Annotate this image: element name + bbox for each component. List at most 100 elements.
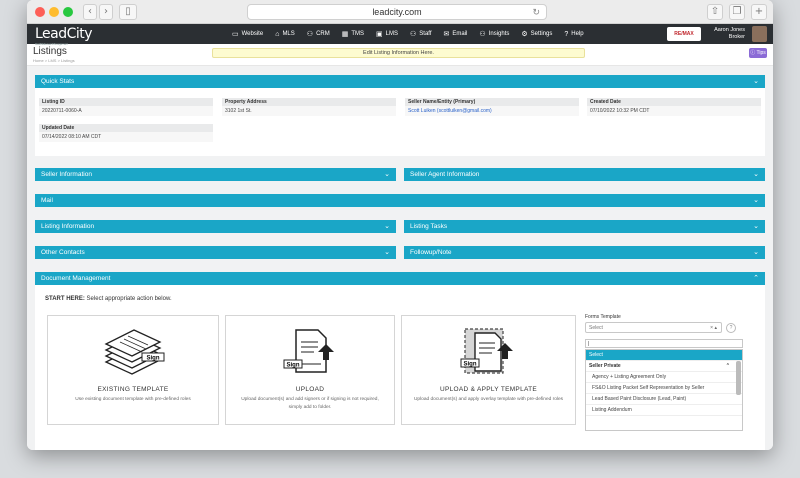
field-value: 07/14/2022 08:10 AM CDT [39,132,213,142]
reload-icon[interactable]: ↻ [532,5,540,19]
question-icon: ? [564,30,569,38]
chart-icon: ⚇ [479,31,486,38]
other-contacts-header[interactable]: Other Contacts ⌄ [35,246,396,259]
quick-stats-header[interactable]: Quick Stats ⌄ [35,75,765,88]
url-bar[interactable]: leadcity.com ↻ [247,4,547,20]
chevron-down-icon: ⌄ [384,223,390,230]
seller-info-header[interactable]: Seller Information ⌄ [35,168,396,181]
upload-apply-template-card[interactable]: Sign UPLOAD & APPLY TEMPLATE Upload docu… [401,315,576,425]
nav-item-staff[interactable]: ⚇ Staff [410,30,432,38]
share-icon[interactable]: ⇧ [707,4,723,20]
document-management-header[interactable]: Document Management ⌃ [35,272,765,285]
logo-text: LeadCity [35,26,93,42]
option-label: Lead Based Paint Disclosure (Lead, Paint… [592,396,687,402]
app-navbar: LeadCity Real Estate Lead Management ▭ We… [27,24,773,46]
nav-item-label: LMS [385,31,398,37]
section-title: Seller Information [41,171,92,178]
new-tab-icon[interactable]: + [751,4,767,20]
tips-label: Tips [756,50,766,56]
dropdown-option[interactable]: FS&O Listing Packet Self Representation … [586,383,742,394]
page-header: Listings Home > LMS > Listings Edit List… [27,44,773,66]
brokerage-logo: RE/MAX [667,27,701,41]
breadcrumb[interactable]: Home > LMS > Listings [33,58,75,63]
seller-link[interactable]: Scott Luiken (scottluiken@gmail.com) [405,106,579,116]
field-label: Seller Name/Entity (Primary) [405,98,579,106]
option-label: Seller Private [589,363,621,369]
field-label: Property Address [222,98,396,106]
field-label: Created Date [587,98,761,106]
nav-item-label: MLS [282,31,295,37]
nav-item-label: Website [241,31,264,37]
help-circle-icon[interactable]: ? [726,323,736,333]
nav-item-crm[interactable]: ⚇ CRM [307,30,330,38]
card-description: Upload document(s) and apply overlay tem… [413,397,564,402]
mail-header[interactable]: Mail ⌄ [35,194,765,207]
dropdown-scrollbar[interactable] [736,361,741,395]
chevron-down-icon: ⌄ [384,171,390,178]
chevron-down-icon: ⌄ [753,223,759,230]
building-icon: ⌂ [275,30,280,38]
sign-tag: Sign [147,356,160,362]
dropdown-option[interactable]: Select [586,350,742,361]
upload-card[interactable]: Sign UPLOAD Upload document(s) and add s… [225,315,395,425]
dropdown-option[interactable]: Listing Addendum [586,405,742,416]
followup-header[interactable]: Followup/Note ⌄ [404,246,765,259]
tabs-icon[interactable]: ❐ [729,4,745,20]
browser-titlebar: ‹ › ▯ leadcity.com ↻ ⇧ ❐ + [27,0,773,24]
select-value: Select [589,325,603,331]
nav-item-insights[interactable]: ⚇ Insights [479,30,509,38]
user-menu[interactable]: Aaron Jones Broker [714,27,745,41]
address-field: Property Address 3102 1st St. [222,98,396,116]
calendar-icon: ▦ [341,31,349,38]
nav-item-email[interactable]: ✉ Email [444,30,468,38]
start-bold: START HERE: [45,296,85,302]
nav-item-label: Email [452,31,468,37]
field-value: 20220711-0060-A [39,106,213,116]
monitor-icon: ▭ [232,31,239,38]
nav-item-website[interactable]: ▭ Website [232,30,263,38]
browser-window: ‹ › ▯ leadcity.com ↻ ⇧ ❐ + LeadCity Real… [27,0,773,450]
close-window-button[interactable] [35,7,45,17]
leadcity-logo[interactable]: LeadCity Real Estate Lead Management [35,26,93,46]
forward-icon[interactable]: › [99,4,113,20]
option-label: FS&O Listing Packet Self Representation … [592,385,705,391]
avatar[interactable] [752,26,767,42]
dropdown-option[interactable]: Agency + Listing Agreement Only [586,372,742,383]
url-text: leadcity.com [372,7,422,17]
nav-item-help[interactable]: ? Help [564,31,583,38]
card-description: Upload document(s) and add signers or if… [241,397,379,410]
nav-item-settings[interactable]: ⚙ Settings [521,30,552,38]
sidebar-icon[interactable]: ▯ [119,4,137,20]
created-field: Created Date 07/10/2022 10:32 PM CDT [587,98,761,116]
listing-tasks-header[interactable]: Listing Tasks ⌄ [404,220,765,233]
template-search-input[interactable]: | [585,339,743,348]
minimize-window-button[interactable] [49,7,59,17]
back-icon[interactable]: ‹ [83,4,97,20]
nav-item-label: Staff [419,31,432,37]
card-title: UPLOAD & APPLY TEMPLATE [439,386,538,393]
page-title: Listings [33,46,67,57]
listing-info-header[interactable]: Listing Information ⌄ [35,220,396,233]
option-label: Listing Addendum [592,407,632,413]
seller-field: Seller Name/Entity (Primary) Scott Luike… [405,98,579,116]
clear-chevron-icon[interactable]: × ▴ [710,323,717,333]
nav-item-mls[interactable]: ⌂ MLS [275,31,295,38]
tips-button[interactable]: ⓘ Tips [749,48,767,58]
start-instructions: START HERE: Select appropriate action be… [45,296,172,302]
forms-template-select[interactable]: Select × ▴ [585,322,722,333]
upload-document-icon: Sign [283,329,334,373]
section-title: Mail [41,197,53,204]
seller-agent-info-header[interactable]: Seller Agent Information ⌄ [404,168,765,181]
section-title: Other Contacts [41,249,85,256]
edit-banner: Edit Listing Information Here. [212,48,585,58]
chevron-down-icon: ⌄ [753,78,759,85]
quick-stats-panel: Listing ID 20220711-0060-A Property Addr… [35,88,765,156]
option-label: Select [589,352,603,358]
nav-item-lms[interactable]: ▣ LMS [376,30,398,38]
user-role: Broker [728,34,745,40]
chevron-down-icon: ⌄ [384,249,390,256]
nav-item-tms[interactable]: ▦ TMS [342,30,364,38]
existing-template-card[interactable]: Sign EXISTING TEMPLATE Use existing docu… [47,315,219,425]
maximize-window-button[interactable] [63,7,73,17]
dropdown-option[interactable]: Lead Based Paint Disclosure (Lead, Paint… [586,394,742,405]
